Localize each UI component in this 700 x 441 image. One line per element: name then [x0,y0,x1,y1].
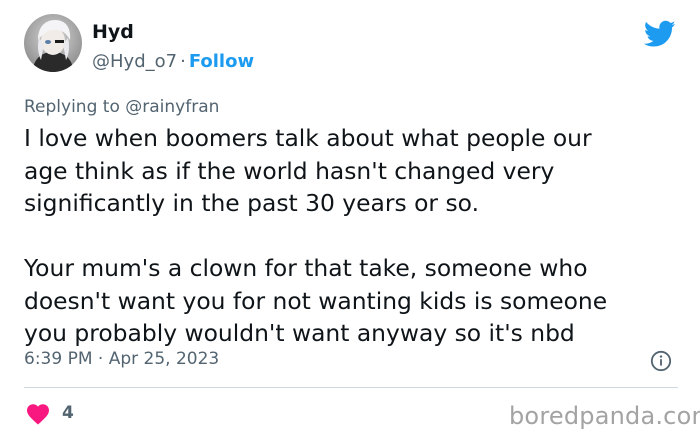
author-handle-row: @Hyd_o7 · Follow [92,51,254,72]
replying-to-prefix: Replying to [24,97,120,117]
divider [24,387,678,388]
tweet-time: 6:39 PM [24,349,93,369]
info-icon[interactable] [650,350,672,372]
author-handle[interactable]: @Hyd_o7 [92,51,177,72]
tweet-line: age think as if the world hasn't changed… [24,156,555,185]
twitter-bird-icon[interactable] [644,20,676,48]
replying-to: Replying to @rainyfran [24,97,219,117]
author-name[interactable]: Hyd [92,21,134,43]
tweet-line: I love when boomers talk about what peop… [24,124,592,152]
reply-mention-link[interactable]: @rainyfran [125,97,219,117]
like-count[interactable]: 4 [62,403,74,423]
avatar[interactable] [24,14,82,72]
tweet-text: I love when boomers talk about what peop… [24,122,684,350]
meta-separator: · [97,349,104,369]
tweet-line: significantly in the past 30 years or so… [24,189,479,217]
watermark: boredpanda.com [509,402,700,430]
heart-icon[interactable] [26,403,50,425]
tweet-timestamp[interactable]: 6:39 PM · Apr 25, 2023 [24,349,219,369]
tweet-line: Your mum's a clown for that take, someon… [24,254,588,282]
tweet-date: Apr 25, 2023 [108,349,220,369]
avatar-image [24,14,82,72]
handle-separator: · [180,51,186,72]
tweet-line: you probably wouldn't want anyway so it'… [24,319,575,347]
tweet-card: Hyd @Hyd_o7 · Follow Replying to @rainyfra… [0,0,700,441]
tweet-line: doesn't want you for not wanting kids is… [24,286,608,315]
follow-button[interactable]: Follow [189,51,254,72]
